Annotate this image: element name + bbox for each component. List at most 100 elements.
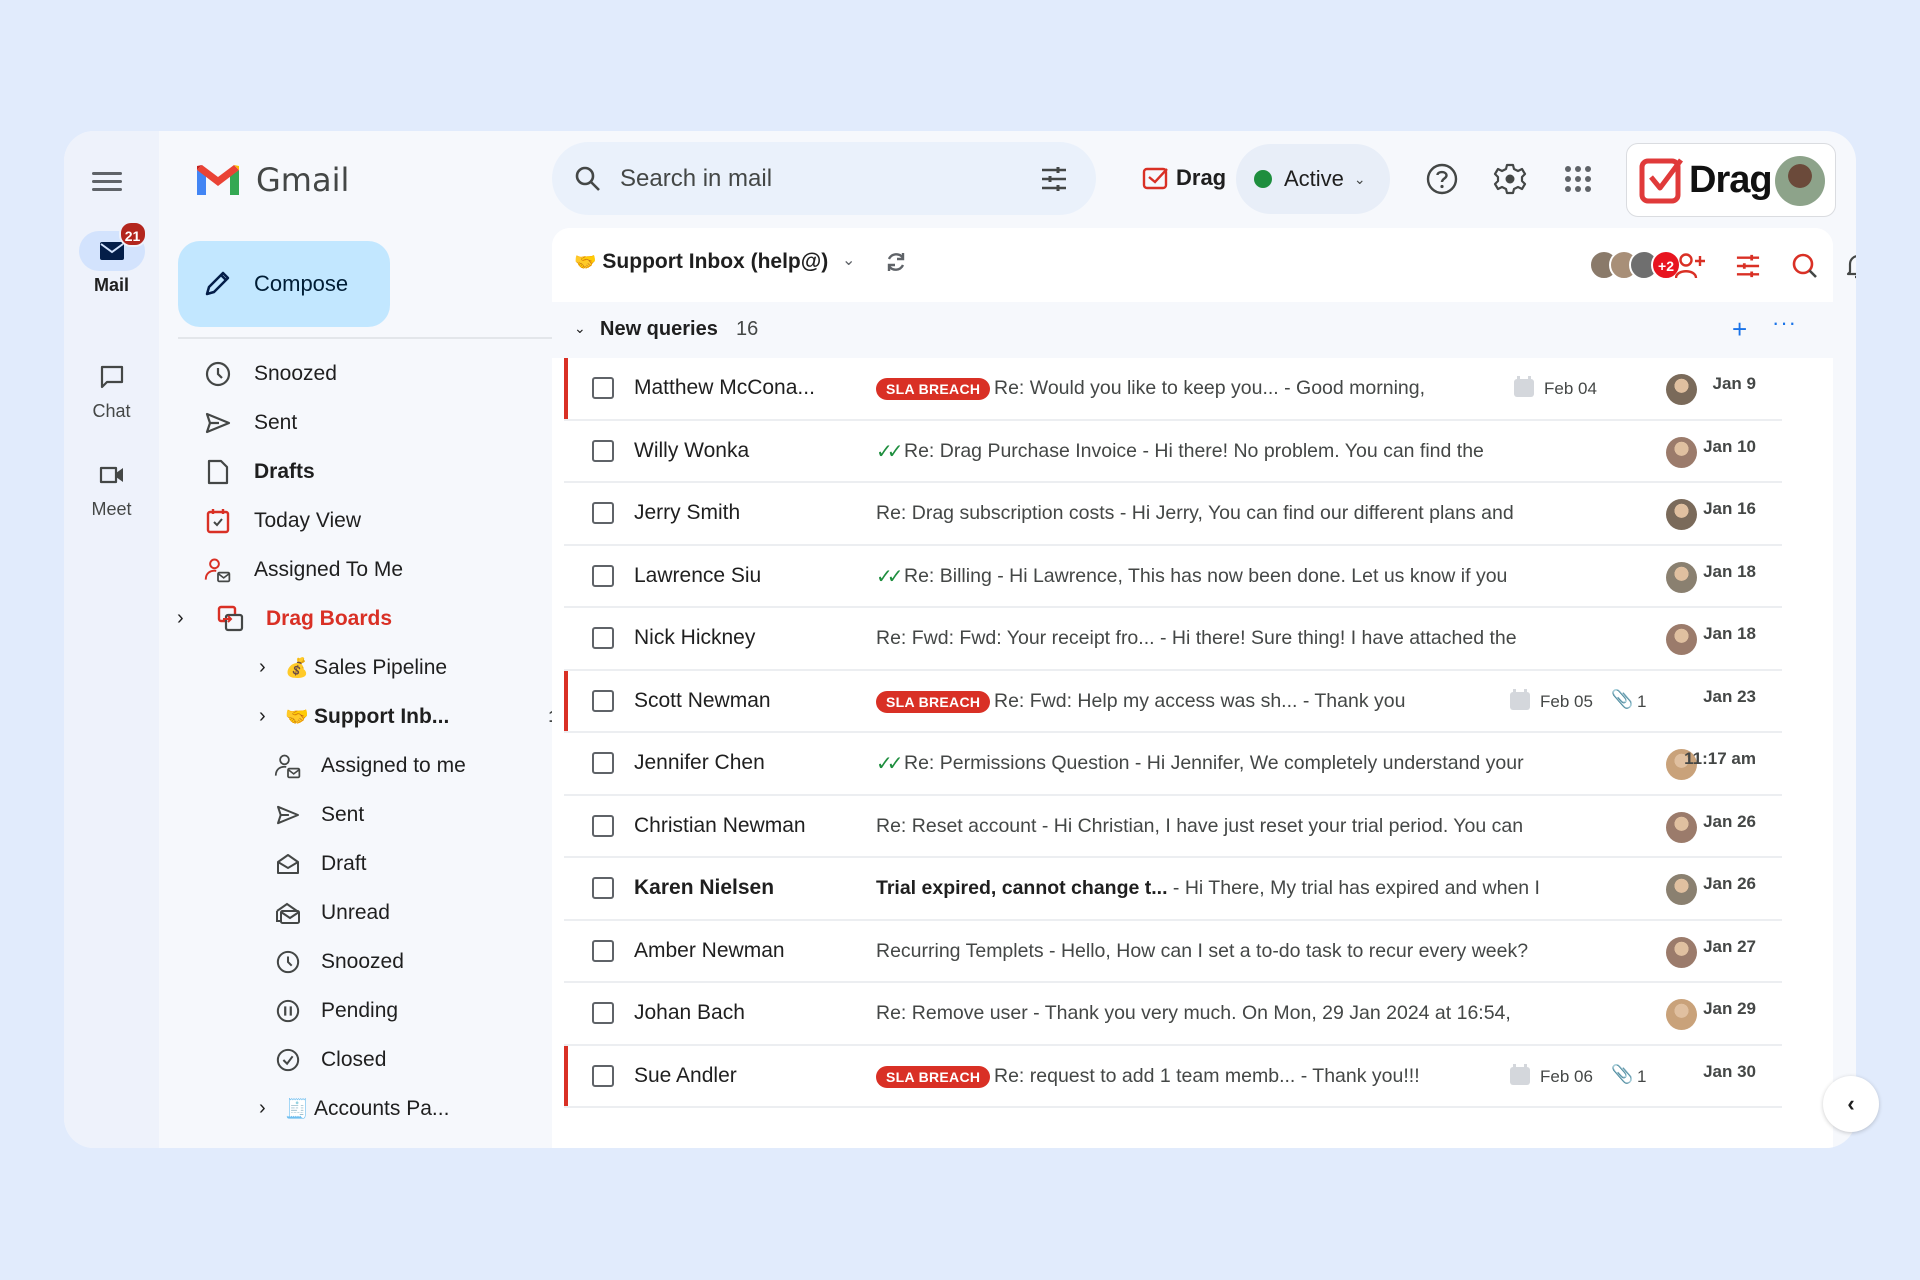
email-row[interactable]: Christian Newman Re: Reset account - Hi C… <box>564 795 1782 858</box>
assignee-avatar[interactable] <box>1666 874 1697 905</box>
chevron-right-icon[interactable]: › <box>177 607 184 630</box>
row-checkbox[interactable] <box>592 1002 614 1024</box>
gmail-logo[interactable]: Gmail <box>194 161 349 199</box>
chevron-down-icon[interactable]: ⌄ <box>842 250 855 270</box>
email-row[interactable]: Matthew McCona... SLA BREACH Re: Would you… <box>564 358 1782 421</box>
sidebar-item-sent[interactable]: Sent <box>159 398 616 447</box>
assignee-avatar[interactable] <box>1666 436 1697 468</box>
support-closed[interactable]: Closed <box>159 1035 616 1084</box>
assignee-avatar[interactable] <box>1666 624 1697 655</box>
compose-label: Compose <box>254 271 349 296</box>
rail-item-chat[interactable]: Chat <box>64 357 159 422</box>
compose-button[interactable]: Compose <box>178 241 390 327</box>
chevron-right-icon[interactable]: › <box>259 656 266 679</box>
email-row[interactable]: Willy Wonka ✓✓ Re: Drag Purchase Invoice -… <box>564 420 1782 483</box>
email-row[interactable]: Lawrence Siu ✓✓ Re: Billing - Hi Lawrence,… <box>564 545 1782 608</box>
search-icon[interactable] <box>574 165 602 193</box>
gear-icon <box>1493 163 1527 195</box>
support-item-label: Closed <box>321 1047 387 1071</box>
assignee-avatar[interactable] <box>1666 999 1697 1030</box>
rail-item-mail[interactable]: 21 Mail <box>64 221 159 296</box>
subject-text: Re: Drag Purchase Invoice <box>904 439 1138 462</box>
assignee-avatar[interactable] <box>1666 374 1697 405</box>
assignee-avatar[interactable] <box>1666 936 1697 968</box>
sidebar-item-snoozed[interactable]: Snoozed <box>159 349 616 398</box>
row-checkbox[interactable] <box>592 939 614 962</box>
rail-item-meet[interactable]: Meet <box>64 455 159 520</box>
person-add-icon <box>1675 253 1705 279</box>
notifications-button[interactable] <box>1842 250 1856 282</box>
support-unread[interactable]: Unread <box>159 888 616 937</box>
row-subject: Re: Permissions Question - Hi Jennifer, … <box>904 752 1524 775</box>
add-member-button[interactable] <box>1674 250 1706 282</box>
row-checkbox[interactable] <box>592 1064 614 1087</box>
chevron-right-icon[interactable]: › <box>259 705 266 728</box>
support-pending[interactable]: Pending <box>159 986 616 1035</box>
filter-button[interactable] <box>1732 250 1764 282</box>
row-checkbox[interactable] <box>592 689 614 712</box>
email-row[interactable]: Nick Hickney Re: Fwd: Fwd: Your receipt f… <box>564 608 1782 671</box>
support-sent[interactable]: Sent <box>159 790 616 839</box>
help-button[interactable] <box>1422 159 1462 199</box>
row-sender: Willy Wonka <box>634 438 750 462</box>
row-checkbox[interactable] <box>592 814 614 837</box>
board-accounts-payable[interactable]: › 🧾 Accounts Pa... <box>159 1084 616 1133</box>
row-checkbox[interactable] <box>592 627 614 649</box>
snippet-text: - Thank you!!! <box>1295 1064 1420 1087</box>
team-avatars[interactable]: +2 <box>1589 250 1681 280</box>
email-row[interactable]: Amber Newman Recurring Templets - Hello, … <box>564 920 1782 983</box>
drag-brand-label: Drag <box>1689 158 1773 201</box>
account-avatar[interactable] <box>1775 156 1825 206</box>
board-support-inbox[interactable]: › 🤝 Support Inb... 1 <box>159 692 616 741</box>
email-row[interactable]: Scott Newman SLA BREACH Re: Fwd: Help my a… <box>564 670 1782 733</box>
board-sales-pipeline[interactable]: › 💰 Sales Pipeline <box>159 643 616 692</box>
row-checkbox[interactable] <box>592 377 614 399</box>
assignee-avatar[interactable] <box>1666 561 1697 593</box>
email-row[interactable]: Karen Nielsen Trial expired, cannot chang… <box>564 858 1782 921</box>
subject-text: Re: Fwd: Help my access was sh... <box>994 689 1298 712</box>
drag-brand-box[interactable]: Drag <box>1626 143 1836 217</box>
row-sender: Lawrence Siu <box>634 563 762 587</box>
email-row[interactable]: Sue Andler SLA BREACH Re: request to add 1… <box>564 1045 1782 1108</box>
collapse-section-icon[interactable]: ⌄ <box>574 320 586 337</box>
search-options-icon[interactable] <box>1040 166 1068 192</box>
collapse-panel-button[interactable]: ‹ <box>1823 1076 1879 1132</box>
pencil-icon <box>205 271 230 296</box>
sidebar-item-drag-boards[interactable]: › Drag Boards + <box>159 594 616 643</box>
search-input[interactable] <box>620 164 1000 193</box>
row-date: Jan 9 <box>1712 374 1756 393</box>
inbox-search-button[interactable] <box>1789 250 1821 282</box>
support-item-label: Snoozed <box>321 949 404 973</box>
row-checkbox[interactable] <box>592 564 614 587</box>
apps-button[interactable] <box>1558 159 1598 199</box>
row-checkbox[interactable] <box>592 439 614 462</box>
email-row[interactable]: Jerry Smith Re: Drag subscription costs -… <box>564 483 1782 546</box>
settings-button[interactable] <box>1490 159 1530 199</box>
subject-text: Re: Reset account <box>876 814 1037 837</box>
status-selector[interactable]: Active ⌄ <box>1236 144 1390 214</box>
add-query-button[interactable]: + <box>1732 314 1747 345</box>
support-assigned-to-me[interactable]: Assigned to me <box>159 741 616 790</box>
row-checkbox[interactable] <box>592 502 614 524</box>
section-more-button[interactable]: ··· <box>1772 310 1797 336</box>
drag-check-icon <box>1142 167 1168 190</box>
email-row[interactable]: Jennifer Chen ✓✓ Re: Permissions Question … <box>564 733 1782 796</box>
row-checkbox[interactable] <box>592 752 614 774</box>
main-menu-icon[interactable] <box>92 167 122 197</box>
row-checkbox[interactable] <box>592 877 614 899</box>
row-date: Jan 26 <box>1703 811 1756 831</box>
rail-label: Mail <box>93 275 129 295</box>
drag-toggle[interactable]: Drag <box>1142 165 1226 191</box>
chevron-right-icon[interactable]: › <box>259 1097 266 1120</box>
sidebar-item-label: Snoozed <box>254 361 337 385</box>
assignee-avatar[interactable] <box>1666 811 1697 843</box>
support-draft[interactable]: Draft <box>159 839 616 888</box>
sidebar-item-assigned-to-me[interactable]: Assigned To Me <box>159 545 616 594</box>
sidebar-item-today-view[interactable]: Today View <box>159 496 616 545</box>
support-snoozed[interactable]: Snoozed <box>159 937 616 986</box>
shared-inbox-selector[interactable]: 🤝 Support Inbox (help@) <box>574 250 828 274</box>
refresh-button[interactable] <box>884 250 908 279</box>
sidebar-item-drafts[interactable]: Drafts 1 <box>159 447 616 496</box>
assignee-avatar[interactable] <box>1666 499 1697 530</box>
email-row[interactable]: Johan Bach Re: Remove user - Thank you ve… <box>564 983 1782 1046</box>
